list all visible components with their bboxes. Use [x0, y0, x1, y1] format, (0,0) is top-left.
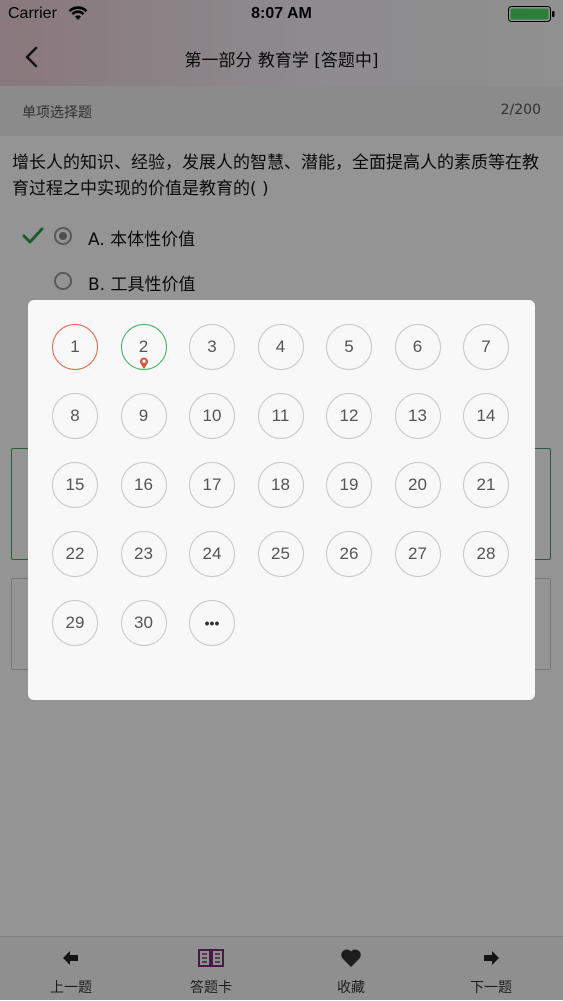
question-number-15[interactable]: 15 — [52, 462, 98, 508]
answer-card-popup: 1 2 3 4 5 6 7 8 9 10 11 12 13 14 15 16 17 18 19 20 21 22 23 24 2… — [28, 300, 535, 700]
question-number-21[interactable]: 21 — [463, 462, 509, 508]
question-number-28[interactable]: 28 — [463, 531, 509, 577]
question-number-14[interactable]: 14 — [463, 393, 509, 439]
question-number-5[interactable]: 5 — [326, 324, 372, 370]
question-number-30[interactable]: 30 — [120, 600, 167, 646]
question-number-9[interactable]: 9 — [120, 393, 167, 439]
question-number-29[interactable]: 29 — [52, 600, 98, 646]
question-number-1[interactable]: 1 — [52, 324, 98, 370]
question-number-11[interactable]: 11 — [257, 393, 304, 439]
question-number-18[interactable]: 18 — [257, 462, 304, 508]
question-number-16[interactable]: 16 — [120, 462, 167, 508]
question-number-13[interactable]: 13 — [394, 393, 441, 439]
question-number-23[interactable]: 23 — [120, 531, 167, 577]
question-number-4[interactable]: 4 — [257, 324, 304, 370]
more-questions-button[interactable]: ••• — [189, 600, 235, 646]
question-number-20[interactable]: 20 — [394, 462, 441, 508]
question-number-27[interactable]: 27 — [394, 531, 441, 577]
question-number-26[interactable]: 26 — [326, 531, 372, 577]
question-number-10[interactable]: 10 — [189, 393, 235, 439]
question-number-2[interactable]: 2 — [120, 324, 167, 370]
question-number-12[interactable]: 12 — [326, 393, 372, 439]
question-number-17[interactable]: 17 — [189, 462, 235, 508]
question-number-24[interactable]: 24 — [189, 531, 235, 577]
location-marker-icon — [139, 357, 148, 369]
question-number-6[interactable]: 6 — [394, 324, 441, 370]
question-number-3[interactable]: 3 — [189, 324, 235, 370]
question-number-8[interactable]: 8 — [52, 393, 98, 439]
question-number-22[interactable]: 22 — [52, 531, 98, 577]
question-number-25[interactable]: 25 — [257, 531, 304, 577]
question-number-7[interactable]: 7 — [463, 324, 509, 370]
question-number-19[interactable]: 19 — [326, 462, 372, 508]
